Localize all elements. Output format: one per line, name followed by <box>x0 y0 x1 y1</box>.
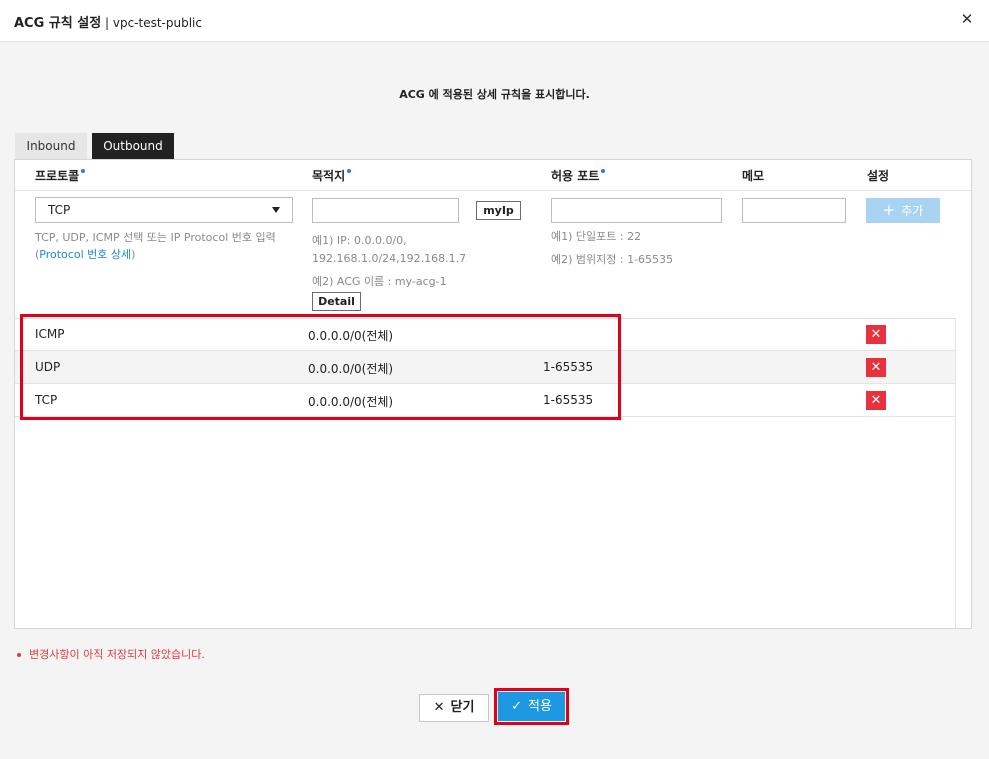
dialog-description: ACG 에 적용된 상세 규칙을 표시합니다. <box>399 88 590 101</box>
rule-protocol: TCP <box>35 393 58 407</box>
column-header-port: 허용 포트 <box>551 167 606 184</box>
tab-outbound[interactable]: Outbound <box>92 133 174 159</box>
required-dot-icon <box>347 169 352 173</box>
protocol-help-link-line: (Protocol 번호 상세) <box>35 248 136 261</box>
myip-button[interactable]: myIp <box>476 201 521 220</box>
rules-panel: 프로토콜 목적지 허용 포트 메모 설정 TCP TCP, UDP, ICMP … <box>14 159 972 629</box>
column-header-destination: 목적지 <box>312 167 352 184</box>
caret-down-icon <box>272 207 280 213</box>
close-icon: ✕ <box>433 700 445 715</box>
rule-protocol: UDP <box>35 360 61 374</box>
dialog-header: ACG 규칙 설정 | vpc-test-public ✕ <box>0 0 989 42</box>
table-row: TCP 0.0.0.0/0(전체) 1-65535 ✕ <box>15 384 955 417</box>
warning-bullet-icon <box>17 653 21 657</box>
destination-example-1: 예1) IP: 0.0.0.0/0, <box>312 234 407 247</box>
rule-port: 1-65535 <box>543 393 594 407</box>
rule-destination: 0.0.0.0/0(전체) <box>308 362 394 376</box>
protocol-select[interactable]: TCP <box>35 197 293 223</box>
destination-input[interactable] <box>312 198 459 223</box>
delete-rule-icon[interactable]: ✕ <box>866 391 886 410</box>
close-icon[interactable]: ✕ <box>958 10 976 28</box>
close-button[interactable]: ✕ 닫기 <box>419 694 489 722</box>
table-row: ICMP 0.0.0.0/0(전체) ✕ <box>15 318 955 351</box>
header-divider <box>15 190 971 191</box>
rule-list: ICMP 0.0.0.0/0(전체) ✕ UDP 0.0.0.0/0(전체) 1… <box>15 318 955 628</box>
dialog-title-sub: | vpc-test-public <box>101 16 202 30</box>
apply-button[interactable]: ✓ 적용 <box>498 692 565 721</box>
port-example-2: 예2) 범위지정 : 1-65535 <box>551 253 674 266</box>
add-rule-button[interactable]: + 추가 <box>866 198 940 223</box>
table-row: UDP 0.0.0.0/0(전체) 1-65535 ✕ <box>15 351 955 384</box>
destination-example-2: 예2) ACG 이름 : my-acg-1 <box>312 275 447 288</box>
port-example-1: 예1) 단일포트 : 22 <box>551 230 642 243</box>
unsaved-warning: 변경사항이 아직 저장되지 않았습니다. <box>17 646 205 662</box>
check-icon: ✓ <box>511 699 522 714</box>
column-header-memo: 메모 <box>742 169 765 183</box>
destination-example-1-cont: 192.168.1.0/24,192.168.1.7 <box>312 252 467 265</box>
detail-button[interactable]: Detail <box>312 292 361 311</box>
required-dot-icon <box>601 169 606 173</box>
protocol-select-value: TCP <box>48 203 71 217</box>
dialog-title-main: ACG 규칙 설정 <box>14 16 102 31</box>
delete-rule-icon[interactable]: ✕ <box>866 358 886 377</box>
delete-rule-icon[interactable]: ✕ <box>866 325 886 344</box>
tab-inbound[interactable]: Inbound <box>15 133 87 159</box>
rule-destination: 0.0.0.0/0(전체) <box>308 329 394 343</box>
plus-icon: + <box>882 201 896 219</box>
list-scrollbar[interactable] <box>955 318 971 628</box>
rule-protocol: ICMP <box>35 327 65 341</box>
protocol-number-detail-link[interactable]: Protocol 번호 상세 <box>39 248 131 261</box>
column-header-setting: 설정 <box>867 169 890 183</box>
dialog-title: ACG 규칙 설정 | vpc-test-public <box>14 12 202 31</box>
column-header-protocol: 프로토콜 <box>35 167 86 184</box>
protocol-help-text: TCP, UDP, ICMP 선택 또는 IP Protocol 번호 입력 <box>35 231 276 244</box>
memo-input[interactable] <box>742 198 846 223</box>
port-input[interactable] <box>551 198 722 223</box>
required-dot-icon <box>81 169 86 173</box>
rule-destination: 0.0.0.0/0(전체) <box>308 395 394 409</box>
rule-port: 1-65535 <box>543 360 594 374</box>
